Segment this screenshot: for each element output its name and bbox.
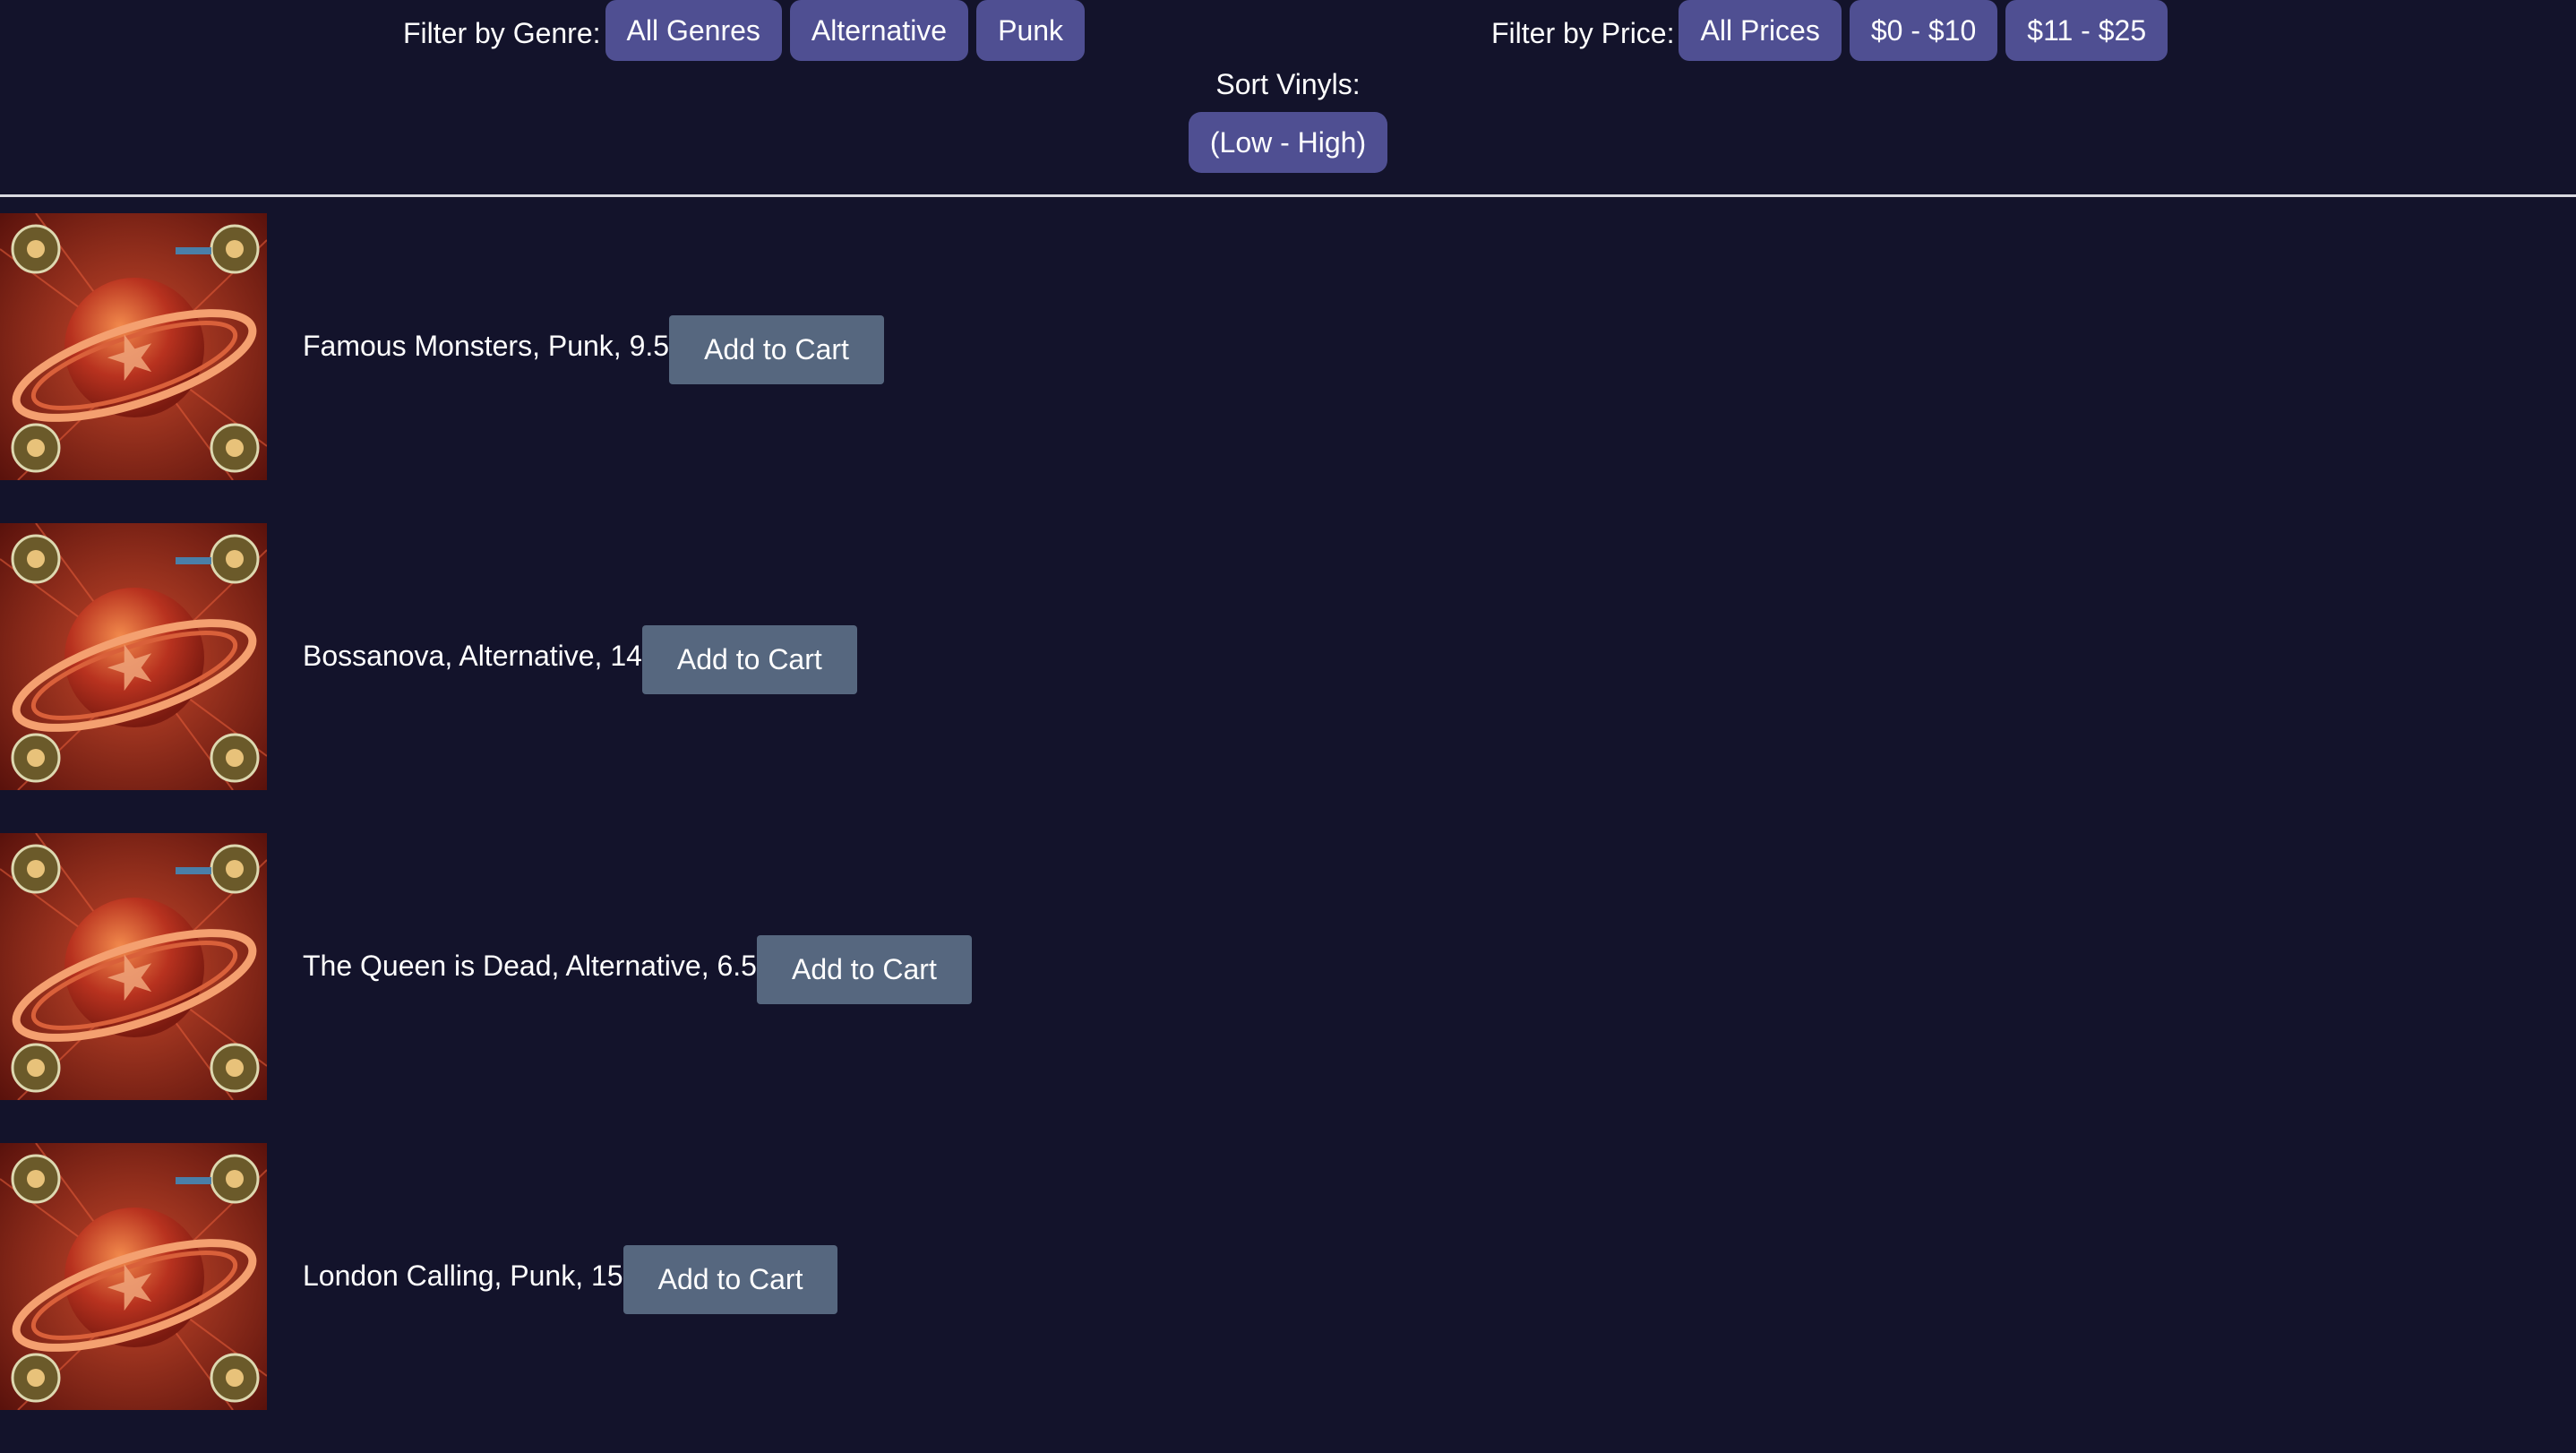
- genre-filter: Filter by Genre: All Genres Alternative …: [403, 0, 1093, 64]
- divider: [0, 194, 2576, 197]
- vinyl-item: ★ Famous Monsters, Punk, 9.5 Add to Cart: [0, 213, 2576, 523]
- vinyl-info: The Queen is Dead, Alternative, 6.5: [303, 950, 757, 982]
- vinyl-info: London Calling, Punk, 15: [303, 1260, 623, 1292]
- vinyl-item: ★ Bossanova, Alternative, 14 Add to Cart: [0, 523, 2576, 833]
- vinyl-info: Famous Monsters, Punk, 9.5: [303, 330, 670, 362]
- add-to-cart-button[interactable]: Add to Cart: [641, 625, 857, 694]
- album-cover-image: ★: [0, 833, 267, 1100]
- vinyl-info: Bossanova, Alternative, 14: [303, 640, 642, 672]
- price-filter-label: Filter by Price:: [1491, 16, 1675, 49]
- genre-filter-label: Filter by Genre:: [403, 16, 601, 49]
- album-cover-image: ★: [0, 213, 267, 480]
- album-cover-image: ★: [0, 523, 267, 790]
- add-to-cart-button[interactable]: Add to Cart: [756, 935, 972, 1004]
- sort-label: Sort Vinyls:: [1215, 68, 1361, 100]
- vinyl-item: ★ London Calling, Punk, 15 Add to Cart: [0, 1143, 2576, 1453]
- genre-alternative-button[interactable]: Alternative: [789, 0, 969, 61]
- vinyl-item: ★ The Queen is Dead, Alternative, 6.5 Ad…: [0, 833, 2576, 1143]
- sort-low-high-button[interactable]: (Low - High): [1188, 112, 1388, 173]
- price-0-10-button[interactable]: $0 - $10: [1849, 0, 1998, 61]
- price-all-button[interactable]: All Prices: [1679, 0, 1842, 61]
- price-filter: Filter by Price: All Prices $0 - $10 $11…: [1491, 0, 2176, 64]
- album-cover-image: ★: [0, 1143, 267, 1410]
- genre-punk-button[interactable]: Punk: [976, 0, 1086, 61]
- sort-section: Sort Vinyls: (Low - High): [0, 68, 2576, 173]
- vinyl-list: ★ Famous Monsters, Punk, 9.5 Add to Cart: [0, 213, 2576, 1453]
- filter-bar: Filter by Genre: All Genres Alternative …: [0, 0, 2576, 64]
- add-to-cart-button[interactable]: Add to Cart: [669, 315, 884, 384]
- price-11-25-button[interactable]: $11 - $25: [2005, 0, 2168, 61]
- add-to-cart-button[interactable]: Add to Cart: [623, 1245, 838, 1314]
- genre-all-button[interactable]: All Genres: [605, 0, 782, 61]
